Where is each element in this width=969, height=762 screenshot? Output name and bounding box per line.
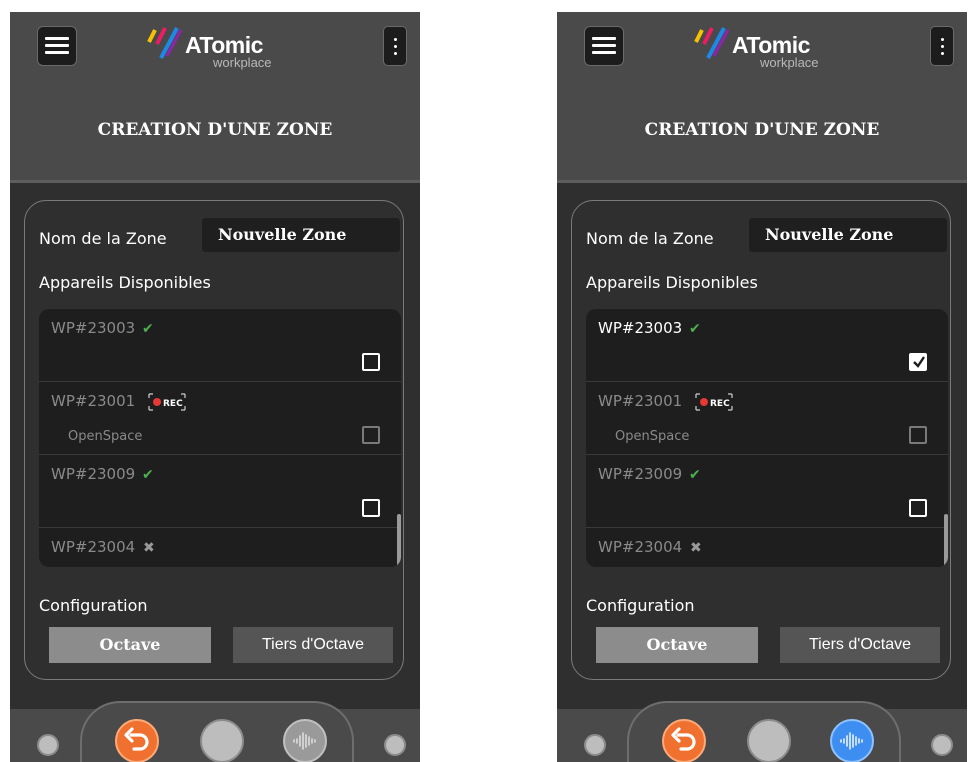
zone-name-input[interactable]: Nouvelle Zone — [749, 218, 947, 252]
logo-mark-icon — [694, 27, 730, 59]
svg-text:REC: REC — [163, 399, 183, 409]
check-icon: ✔ — [689, 321, 701, 337]
third-octave-button[interactable]: Tiers d'Octave — [233, 627, 393, 663]
home-button[interactable] — [200, 719, 244, 762]
hamburger-icon — [592, 37, 616, 40]
more-button[interactable] — [930, 26, 954, 66]
device-list-scrollbar[interactable] — [944, 514, 948, 567]
device-name: WP#23001 — [598, 392, 683, 410]
kebab-icon — [394, 38, 397, 41]
atomic-logo: ATomic workplace — [690, 24, 850, 74]
device-name: WP#23004 — [51, 538, 136, 556]
config-label: Configuration — [39, 596, 148, 615]
third-octave-button[interactable]: Tiers d'Octave — [780, 627, 940, 663]
device-checkbox[interactable] — [909, 499, 927, 517]
device-list[interactable]: WP#23003 ✔ WP#23001 REC OpenSpace WP#230… — [586, 309, 948, 567]
undo-button[interactable] — [115, 719, 159, 762]
waveform-button[interactable] — [283, 719, 327, 762]
check-icon: ✔ — [142, 467, 154, 483]
device-row[interactable]: WP#23003 ✔ — [586, 309, 948, 382]
device-checkbox[interactable] — [909, 426, 927, 444]
right-dot-button[interactable] — [931, 734, 953, 756]
undo-icon — [124, 727, 149, 751]
check-icon: ✔ — [142, 321, 154, 337]
device-location: OpenSpace — [615, 429, 690, 444]
device-location: OpenSpace — [68, 429, 143, 444]
device-checkbox[interactable] — [362, 499, 380, 517]
zone-name-input[interactable]: Nouvelle Zone — [202, 218, 400, 252]
undo-icon — [671, 727, 696, 751]
device-name: WP#23009 — [598, 465, 683, 483]
hamburger-icon — [45, 37, 69, 40]
device-row[interactable]: WP#23009 ✔ — [39, 455, 401, 528]
waveform-icon — [293, 732, 316, 750]
device-row[interactable]: WP#23004 ✖ — [39, 528, 401, 567]
device-row[interactable]: WP#23009 ✔ — [586, 455, 948, 528]
octave-button[interactable]: Octave — [596, 627, 758, 663]
rec-badge-icon: REC — [148, 393, 186, 411]
waveform-icon — [840, 732, 863, 750]
page-title: CREATION D'UNE ZONE — [644, 120, 880, 140]
octave-button[interactable]: Octave — [49, 627, 211, 663]
config-label: Configuration — [586, 596, 695, 615]
undo-button[interactable] — [662, 719, 706, 762]
zone-form-card: Nom de la Zone Nouvelle Zone Appareils D… — [24, 200, 404, 680]
zone-name-label: Nom de la Zone — [586, 229, 714, 248]
device-row[interactable]: WP#23001 REC OpenSpace — [39, 382, 401, 455]
logo-sub: workplace — [760, 55, 819, 70]
device-row[interactable]: WP#23004 ✖ — [586, 528, 948, 567]
zone-form-card: Nom de la Zone Nouvelle Zone Appareils D… — [571, 200, 951, 680]
more-button[interactable] — [383, 26, 407, 66]
rec-badge-icon: REC — [695, 393, 733, 411]
menu-button[interactable] — [584, 26, 624, 66]
check-icon: ✔ — [689, 467, 701, 483]
zone-name-label: Nom de la Zone — [39, 229, 167, 248]
device-checkbox[interactable] — [909, 353, 927, 371]
page-title: CREATION D'UNE ZONE — [97, 120, 333, 140]
device-row[interactable]: WP#23003 ✔ — [39, 309, 401, 382]
screen-left: ATomic workplace CREATION D'UNE ZONE Nom… — [10, 12, 420, 762]
device-name: WP#23003 — [598, 319, 683, 337]
app-header: ATomic workplace CREATION D'UNE ZONE — [557, 12, 967, 183]
kebab-icon — [941, 38, 944, 41]
device-checkbox[interactable] — [362, 353, 380, 371]
waveform-button[interactable] — [830, 719, 874, 762]
left-dot-button[interactable] — [37, 734, 59, 756]
menu-button[interactable] — [37, 26, 77, 66]
svg-text:REC: REC — [710, 399, 730, 409]
device-name: WP#23003 — [51, 319, 136, 337]
device-name: WP#23001 — [51, 392, 136, 410]
right-dot-button[interactable] — [384, 734, 406, 756]
device-row[interactable]: WP#23001 REC OpenSpace — [586, 382, 948, 455]
left-dot-button[interactable] — [584, 734, 606, 756]
device-name: WP#23004 — [598, 538, 683, 556]
checkmark-icon — [913, 356, 925, 368]
cross-icon: ✖ — [143, 540, 155, 556]
app-header: ATomic workplace CREATION D'UNE ZONE — [10, 12, 420, 183]
device-list[interactable]: WP#23003 ✔ WP#23001 REC OpenSpace WP#230… — [39, 309, 401, 567]
device-name: WP#23009 — [51, 465, 136, 483]
device-list-scrollbar[interactable] — [397, 514, 401, 567]
atomic-logo: ATomic workplace — [143, 24, 303, 74]
cross-icon: ✖ — [690, 540, 702, 556]
logo-mark-icon — [147, 27, 183, 59]
devices-label: Appareils Disponibles — [39, 273, 211, 292]
logo-sub: workplace — [213, 55, 272, 70]
screen-right: ATomic workplace CREATION D'UNE ZONE Nom… — [557, 12, 967, 762]
devices-label: Appareils Disponibles — [586, 273, 758, 292]
home-button[interactable] — [747, 719, 791, 762]
device-checkbox[interactable] — [362, 426, 380, 444]
